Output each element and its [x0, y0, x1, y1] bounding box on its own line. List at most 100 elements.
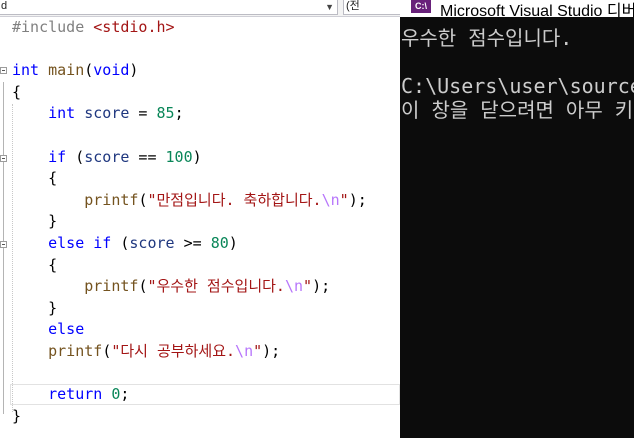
code-line[interactable]: {: [0, 254, 400, 276]
code-line-text: int score = 85;: [12, 102, 184, 124]
code-line[interactable]: int main(void): [0, 59, 400, 81]
code-line-text: #include <stdio.h>: [12, 16, 175, 38]
code-token: 85: [156, 104, 175, 123]
code-line[interactable]: else if (score >= 80): [0, 232, 400, 254]
code-line-text: else if (score >= 80): [12, 232, 238, 254]
code-token: );: [312, 277, 331, 296]
code-token: (: [66, 147, 85, 166]
code-token: int: [12, 61, 40, 80]
member-dropdown[interactable]: (전: [343, 0, 400, 15]
code-line[interactable]: printf("다시 공부하세요.\n");: [0, 340, 400, 362]
code-token: return: [48, 385, 103, 404]
code-token: }: [12, 406, 22, 425]
code-line[interactable]: printf("우수한 점수입니다.\n");: [0, 275, 400, 297]
console-output-line: 우수한 점수입니다.: [401, 26, 573, 50]
code-token: ": [303, 277, 313, 296]
code-line[interactable]: {: [0, 167, 400, 189]
code-token: score: [84, 147, 130, 166]
code-token: <stdio.h>: [93, 18, 175, 36]
code-token: ": [253, 342, 263, 360]
code-token: ): [129, 61, 139, 80]
debug-console-window[interactable]: C:\ Microsoft Visual Studio 디버그 콘솔 우수한 점…: [400, 0, 634, 438]
code-token: printf: [84, 190, 139, 209]
code-token: "우수한 점수입니다.: [147, 277, 285, 296]
code-line-text: printf("다시 공부하세요.\n");: [12, 340, 280, 362]
code-editor[interactable]: d ▼ (전 #include <stdio.h> int main(void){…: [0, 0, 400, 438]
code-token: else: [48, 320, 85, 339]
code-line[interactable]: [0, 124, 400, 146]
code-token: printf: [48, 342, 103, 360]
code-token: score: [129, 234, 175, 252]
code-token: #include: [12, 18, 94, 36]
code-token: ==: [129, 147, 166, 166]
console-output-line: C:\Users\user\source\repos: [401, 74, 634, 98]
console-title-bar[interactable]: C:\ Microsoft Visual Studio 디버그 콘솔: [400, 0, 634, 17]
code-token: \n: [284, 277, 304, 296]
member-dropdown-value: (전: [346, 0, 360, 12]
code-token: 80: [210, 234, 229, 252]
code-token: }: [12, 298, 58, 317]
code-line[interactable]: }: [0, 210, 400, 232]
code-line-text: }: [12, 210, 57, 232]
code-token: int: [48, 104, 76, 123]
code-token: \n: [321, 190, 340, 209]
code-line[interactable]: }: [0, 405, 400, 427]
code-line[interactable]: int score = 85;: [0, 102, 400, 124]
code-line-text: else: [12, 318, 84, 340]
code-line-text: {: [12, 254, 57, 276]
code-line-text: }: [12, 297, 57, 319]
code-line[interactable]: [0, 362, 400, 384]
code-token: {: [12, 255, 58, 274]
code-token: (: [84, 61, 94, 80]
code-token: (: [111, 234, 130, 252]
chevron-down-icon[interactable]: ▼: [325, 1, 334, 14]
code-token: void: [93, 61, 130, 80]
code-line[interactable]: if (score == 100): [0, 146, 400, 168]
code-area[interactable]: #include <stdio.h> int main(void){ int sc…: [0, 16, 400, 438]
console-output-line: 이 창을 닫으려면 아무 키나 누르세요...: [401, 98, 634, 122]
code-line[interactable]: {: [0, 81, 400, 103]
code-line-text: printf("만점입니다. 축하합니다.\n");: [12, 189, 367, 211]
code-line-text: printf("우수한 점수입니다.\n");: [12, 275, 330, 297]
code-token: score: [84, 104, 130, 123]
code-token: {: [12, 82, 22, 101]
code-token: \n: [235, 342, 254, 360]
code-token: ;: [120, 385, 130, 404]
console-title: Microsoft Visual Studio 디버그 콘솔: [440, 3, 634, 17]
code-token: if: [48, 147, 67, 166]
code-token: ): [228, 234, 238, 252]
code-line-text: if (score == 100): [12, 146, 202, 168]
code-line-text: }: [12, 405, 21, 427]
code-line[interactable]: }: [0, 297, 400, 319]
code-line-text: return 0;: [12, 383, 129, 405]
code-token: ;: [174, 104, 184, 123]
code-token: ): [192, 147, 202, 166]
code-token: "만점입니다. 축하합니다.: [147, 190, 322, 209]
code-line[interactable]: printf("만점입니다. 축하합니다.\n");: [0, 189, 400, 211]
code-line[interactable]: else: [0, 318, 400, 340]
code-token: main: [48, 61, 85, 80]
code-token: "다시 공부하세요.: [111, 342, 236, 360]
code-line-text: {: [12, 167, 57, 189]
code-token: >=: [174, 234, 211, 252]
code-token: );: [262, 342, 281, 360]
code-line[interactable]: [0, 38, 400, 60]
code-token: {: [12, 169, 58, 188]
code-line-text: {: [12, 81, 21, 103]
visual-studio-icon: C:\: [411, 0, 431, 13]
scope-dropdown[interactable]: d ▼: [0, 0, 338, 15]
code-line[interactable]: #include <stdio.h>: [0, 16, 400, 38]
code-token: ": [339, 190, 349, 209]
code-line[interactable]: return 0;: [0, 383, 400, 405]
code-token: (: [102, 342, 112, 360]
